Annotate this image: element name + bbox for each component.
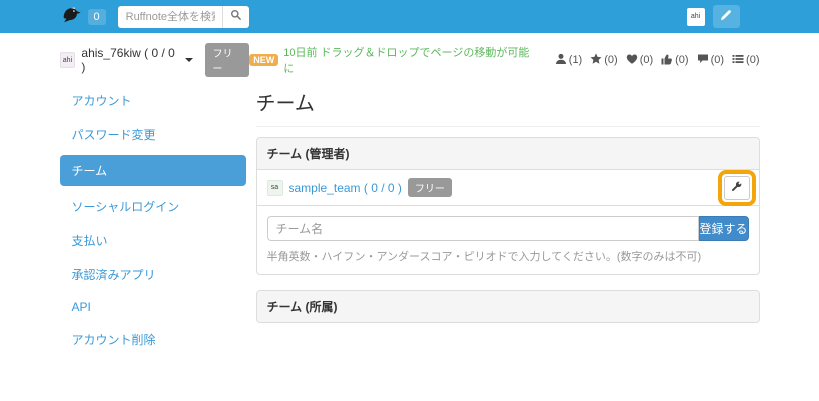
person-icon <box>555 53 569 68</box>
sidebar-item-approved-apps[interactable]: 承認済みアプリ <box>60 261 246 288</box>
wrench-icon <box>730 180 743 196</box>
followers-stat[interactable]: (1) <box>555 53 582 68</box>
team-name-help-text: 半角英数・ハイフン・アンダースコア・ピリオドで入力してください。(数字のみは不可… <box>267 248 749 264</box>
page-title: チーム <box>256 87 760 127</box>
sidebar-item-team[interactable]: チーム <box>60 155 246 186</box>
admin-panel-header: チーム (管理者) <box>257 138 759 170</box>
comments-stat[interactable]: (0) <box>697 53 724 68</box>
team-link[interactable]: sample_team ( 0 / 0 ) <box>289 181 402 195</box>
register-button[interactable]: 登録する <box>699 216 749 241</box>
stat-count: (1) <box>569 54 582 66</box>
member-team-panel: チーム (所属) <box>256 290 760 323</box>
topbar-avatar[interactable]: ahi <box>687 8 705 26</box>
sidebar-item-delete-account[interactable]: アカウント削除 <box>60 326 246 353</box>
star-icon <box>590 53 604 68</box>
sidebar-item-social-login[interactable]: ソーシャルログイン <box>60 193 246 220</box>
pencil-icon <box>720 9 732 24</box>
sidebar-item-account[interactable]: アカウント <box>60 87 246 114</box>
plan-badge: フリー <box>205 43 249 77</box>
stat-count: (0) <box>746 54 759 66</box>
member-panel-header: チーム (所属) <box>257 291 759 322</box>
team-row: sa sample_team ( 0 / 0 ) フリー <box>257 170 759 206</box>
stars-stat[interactable]: (0) <box>590 53 617 68</box>
notification-badge[interactable]: 0 <box>88 9 106 25</box>
news-link[interactable]: 10日前 ドラッグ＆ドロップでページの移動が可能に <box>283 44 538 76</box>
thumbs-up-stat[interactable]: (0) <box>661 53 688 68</box>
caret-down-icon[interactable] <box>185 58 193 62</box>
new-badge: NEW <box>249 54 278 66</box>
search-input[interactable] <box>118 6 222 28</box>
search-icon <box>230 9 242 24</box>
team-plan-badge: フリー <box>408 178 452 197</box>
sidebar-item-api[interactable]: API <box>60 295 246 319</box>
user-header-bar: ahi ahis_76kiw ( 0 / 0 ) フリー NEW 10日前 ドラ… <box>60 33 760 81</box>
team-settings-button[interactable] <box>724 176 750 200</box>
thumbs-up-icon <box>661 53 675 68</box>
create-team-form: 登録する 半角英数・ハイフン・アンダースコア・ピリオドで入力してください。(数字… <box>257 206 759 274</box>
list-icon <box>732 53 746 68</box>
stat-count: (0) <box>640 54 653 66</box>
stat-count: (0) <box>604 54 617 66</box>
username-dropdown[interactable]: ahis_76kiw ( 0 / 0 ) <box>81 46 181 74</box>
bird-logo-icon <box>60 5 82 29</box>
topbar: 0 ahi <box>0 0 819 33</box>
sidebar-item-password[interactable]: パスワード変更 <box>60 121 246 148</box>
likes-stat[interactable]: (0) <box>626 53 653 68</box>
team-avatar: sa <box>267 180 283 196</box>
heart-icon <box>626 53 640 68</box>
stat-count: (0) <box>711 54 724 66</box>
sidebar-item-payment[interactable]: 支払い <box>60 227 246 254</box>
search-button[interactable] <box>222 6 249 28</box>
settings-sidebar: アカウント パスワード変更 チーム ソーシャルログイン 支払い 承認済みアプリ … <box>60 87 246 360</box>
ruffnote-logo[interactable] <box>60 5 82 29</box>
new-page-button[interactable] <box>713 5 740 28</box>
notes-stat[interactable]: (0) <box>732 53 759 68</box>
comment-icon <box>697 53 711 68</box>
team-name-input[interactable] <box>267 216 699 241</box>
admin-team-panel: チーム (管理者) sa sample_team ( 0 / 0 ) フリー <box>256 137 760 275</box>
stat-count: (0) <box>675 54 688 66</box>
user-avatar: ahi <box>60 52 76 68</box>
